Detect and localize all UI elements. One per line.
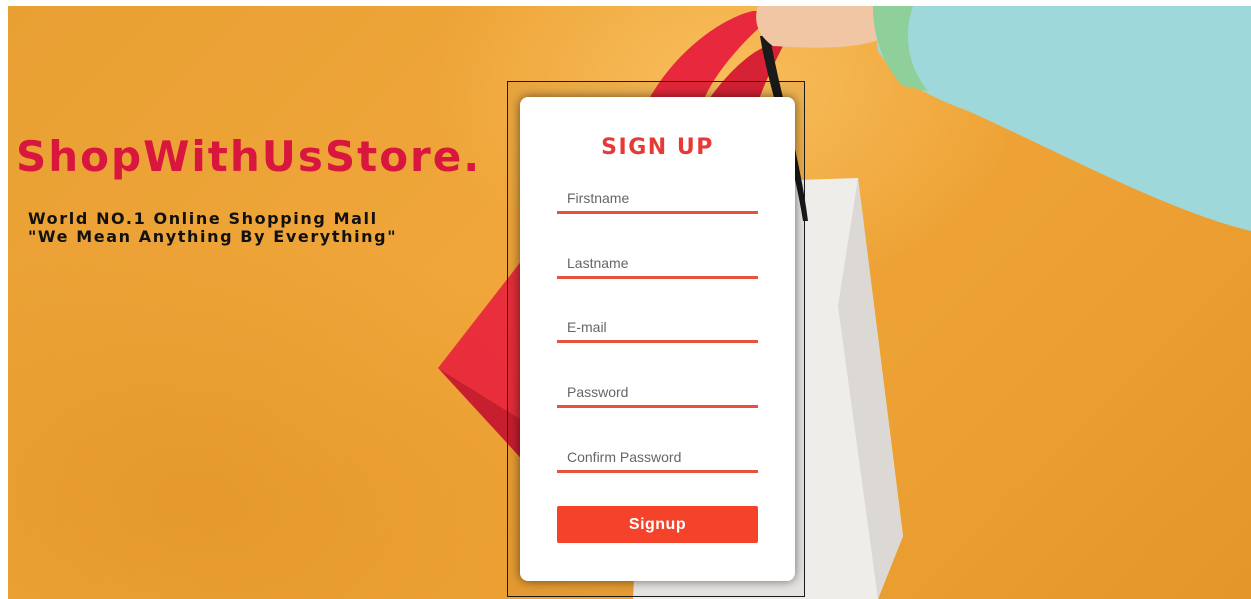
tagline-line-2: "We Mean Anything By Everything" [28, 227, 398, 246]
tagline-line-1: World NO.1 Online Shopping Mall [28, 209, 378, 228]
email-input[interactable] [557, 313, 758, 343]
brand-tagline: World NO.1 Online Shopping Mall "We Mean… [28, 210, 397, 246]
firstname-input[interactable] [557, 184, 758, 214]
confirm-password-input[interactable] [557, 443, 758, 473]
signup-form: SIGN UP Signup [520, 97, 795, 581]
sleeve [873, 6, 1251, 231]
signup-button[interactable]: Signup [557, 506, 758, 543]
brand-name: ShopWithUsStore. [16, 132, 482, 181]
password-input[interactable] [557, 378, 758, 408]
signup-title: SIGN UP [601, 135, 714, 160]
hand [756, 6, 888, 48]
signup-page: ShopWithUsStore. World NO.1 Online Shopp… [0, 0, 1251, 599]
lastname-input[interactable] [557, 249, 758, 279]
